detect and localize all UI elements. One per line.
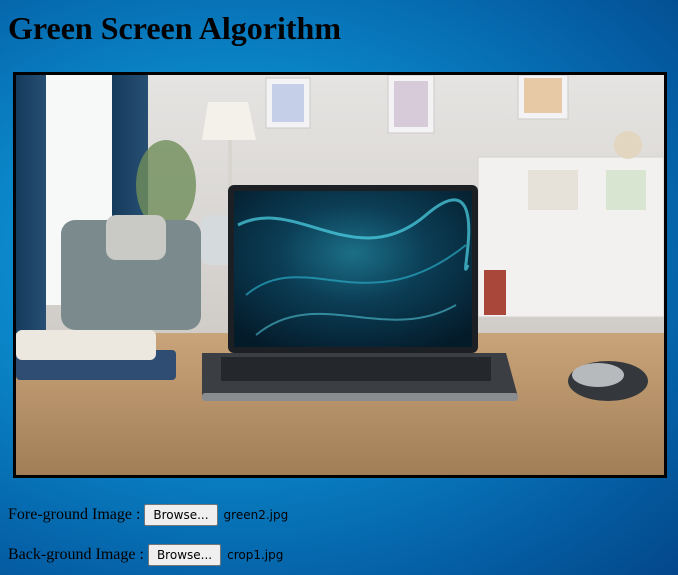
background-file-name: crop1.jpg (227, 548, 284, 562)
composite-image (16, 75, 664, 475)
foreground-label: Fore-ground Image : (8, 506, 141, 523)
background-browse-button[interactable]: Browse... (147, 544, 222, 566)
page-title: Green Screen Algorithm (8, 10, 341, 46)
composite-canvas (13, 72, 667, 478)
background-label: Back-ground Image : (8, 546, 144, 563)
foreground-browse-button[interactable]: Browse... (144, 504, 218, 526)
foreground-file-name: green2.jpg (223, 508, 289, 522)
background-upload-row: Back-ground Image : Browse... crop1.jpg (8, 543, 283, 567)
foreground-upload-row: Fore-ground Image : Browse... green2.jpg (8, 503, 288, 527)
